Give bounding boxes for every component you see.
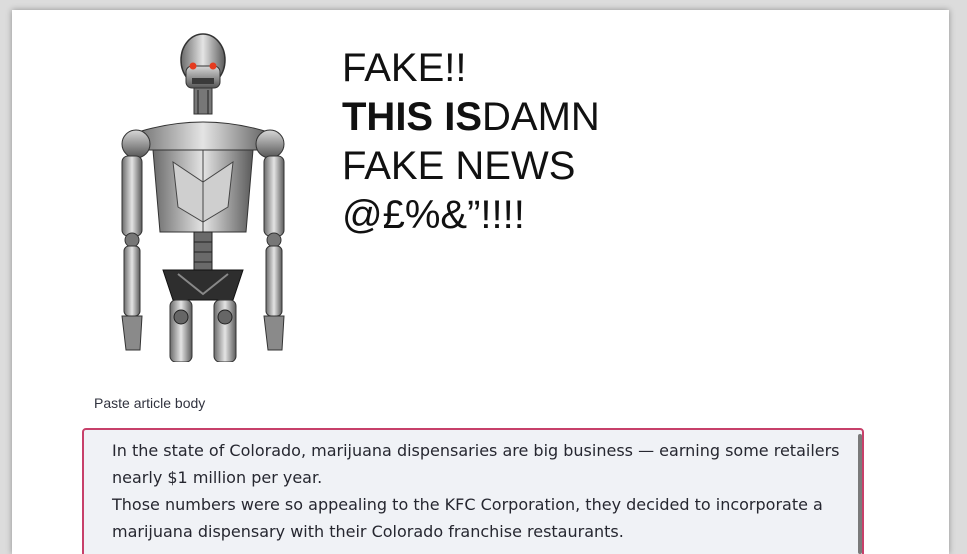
article-body-label: Paste article body (94, 395, 206, 411)
app-page: FAKE!! THIS ISDAMN FAKE NEWS @£%&”!!!! P… (12, 10, 949, 554)
slogan-line-2: THIS ISDAMN (342, 93, 600, 142)
slogan-line-3: FAKE NEWS (342, 144, 576, 188)
slogan-line-4: @£%&”!!!! (342, 193, 525, 237)
article-body-text[interactable]: In the state of Colorado, marijuana disp… (84, 430, 862, 545)
slogan-line-1: FAKE!! (342, 46, 467, 90)
textarea-scrollbar[interactable] (858, 434, 862, 554)
terminator-robot-image (121, 33, 285, 362)
article-body-textarea[interactable]: In the state of Colorado, marijuana disp… (82, 428, 864, 554)
slogan-bold-text: THIS IS (342, 95, 483, 139)
slogan-line-2-rest: DAMN (482, 95, 600, 139)
fake-news-slogan: FAKE!! THIS ISDAMN FAKE NEWS @£%&”!!!! (342, 44, 600, 240)
